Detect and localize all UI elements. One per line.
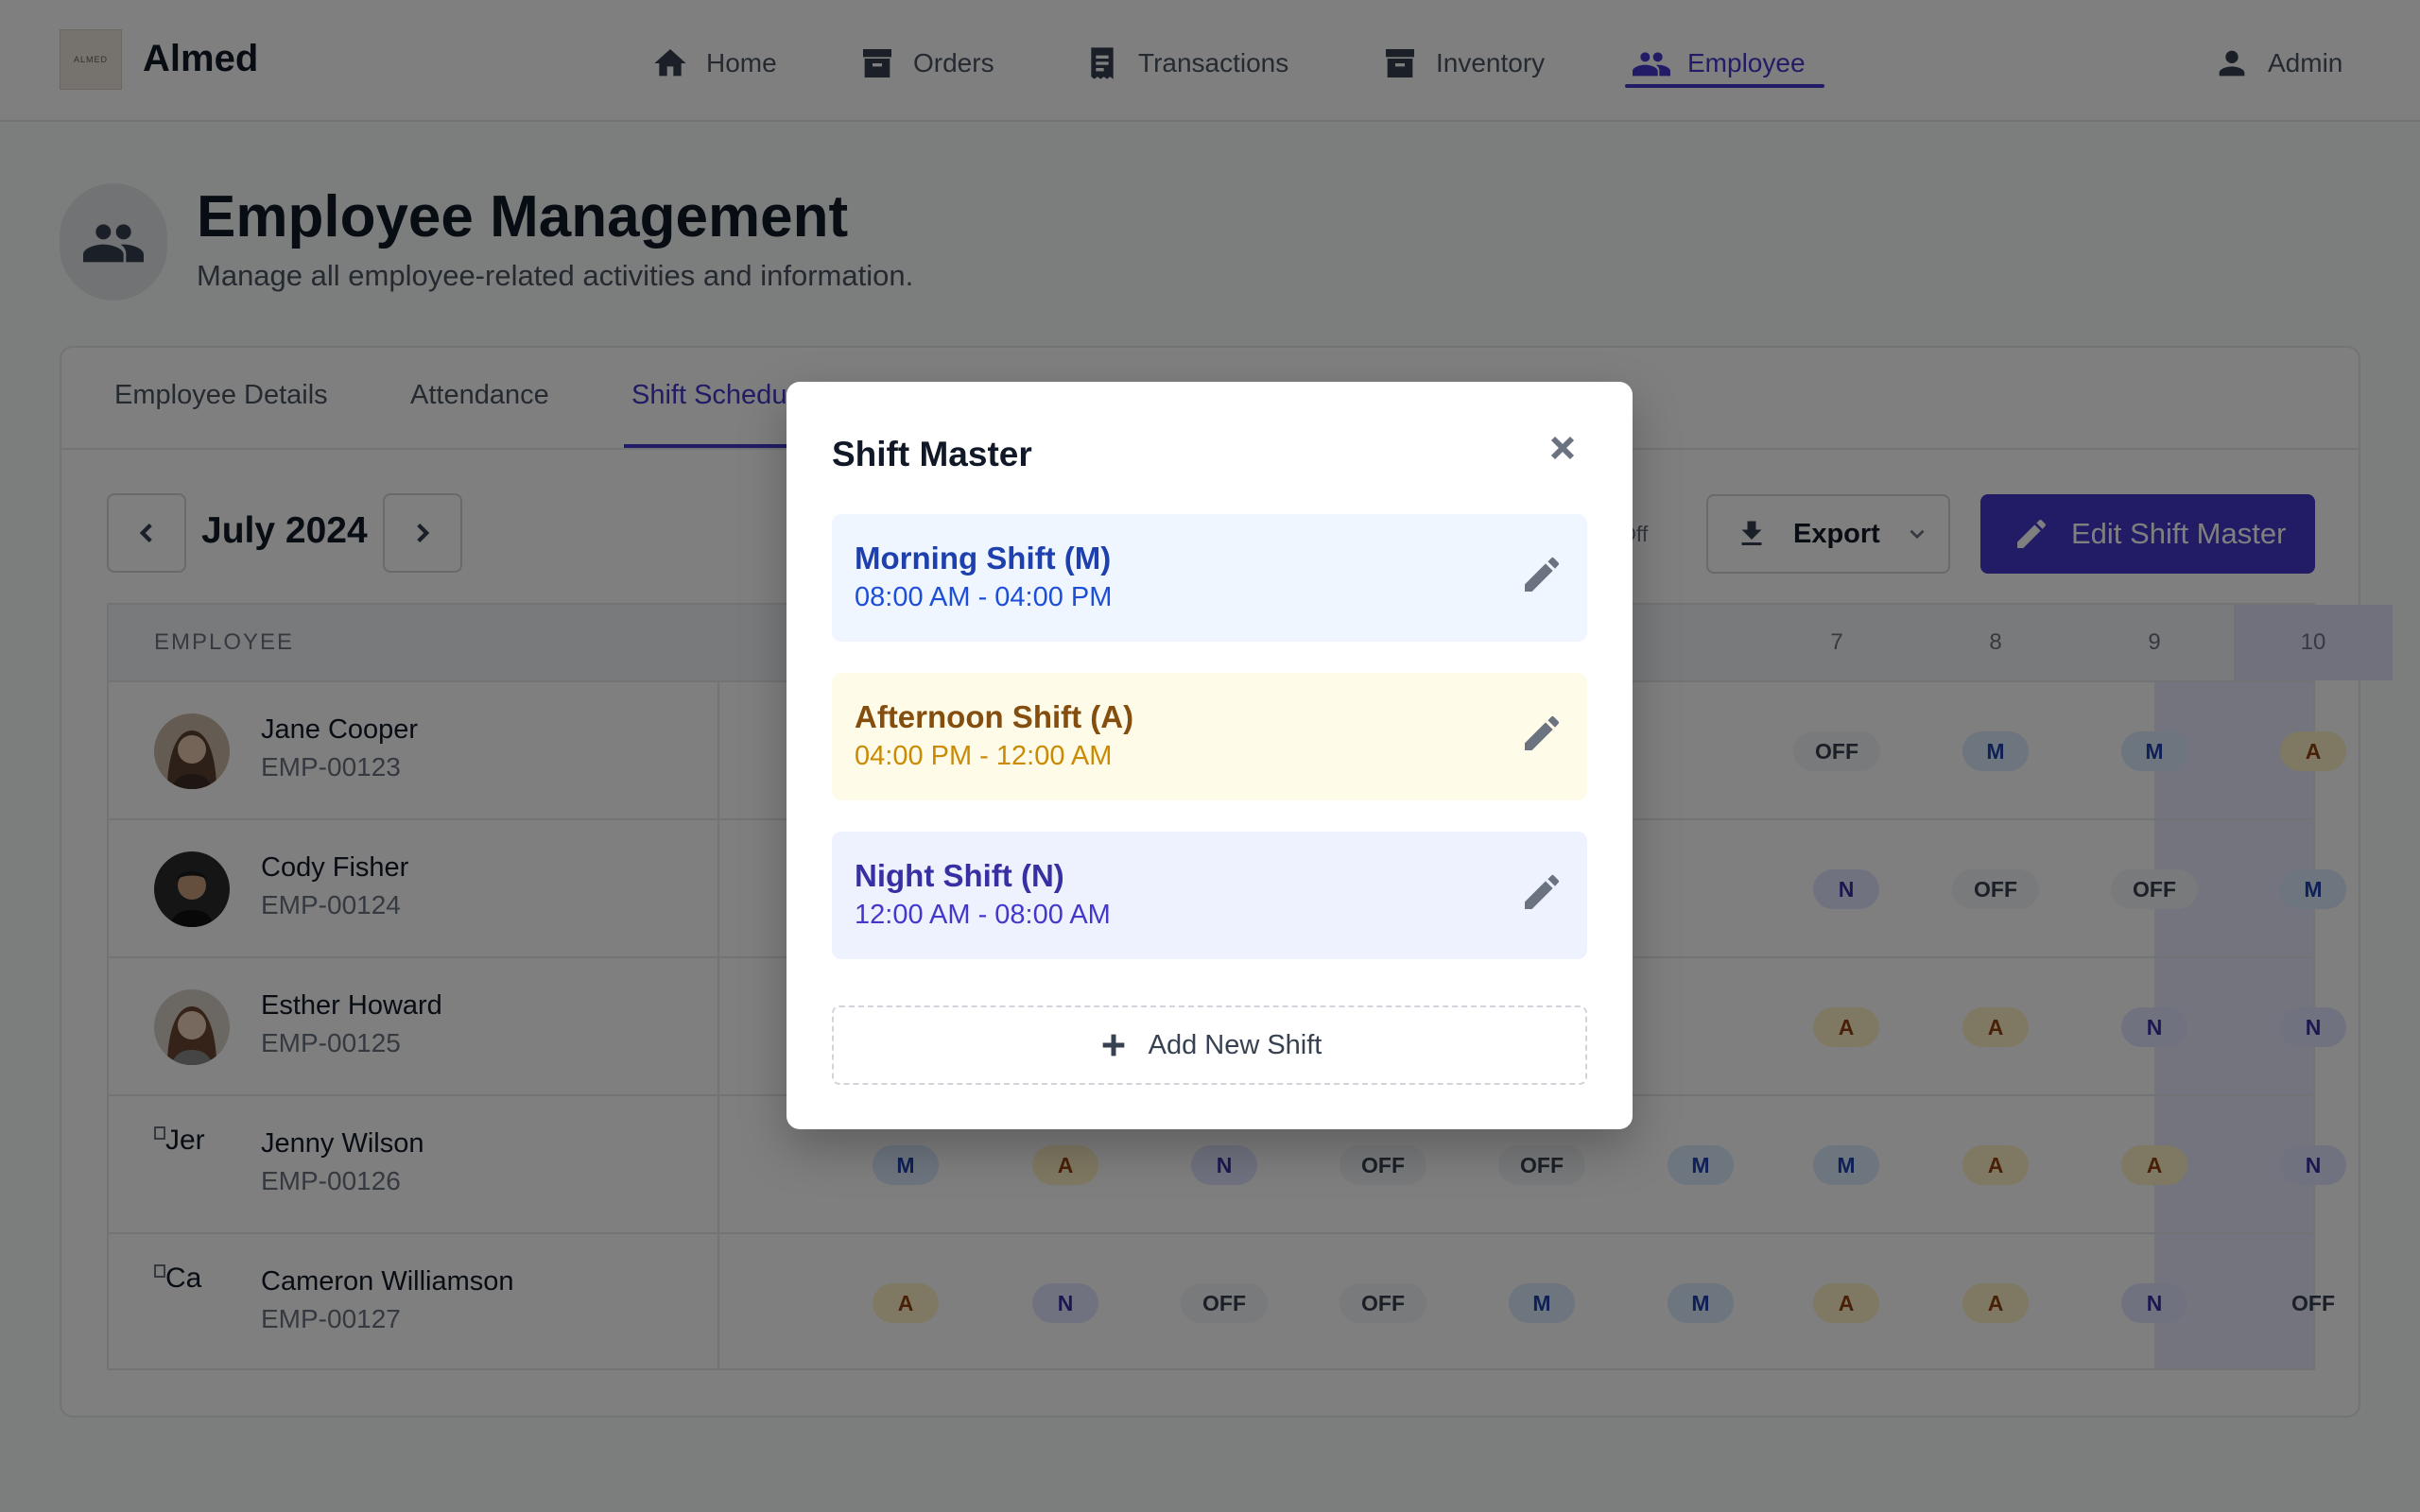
shift-name: Morning Shift (M) (855, 541, 1112, 576)
pencil-icon (1519, 869, 1564, 915)
shift-master-modal: Shift Master Morning Shift (M) 08:00 AM … (786, 382, 1633, 1129)
modal-title: Shift Master (832, 435, 1032, 473)
shift-name: Afternoon Shift (A) (855, 699, 1134, 734)
add-new-shift-label: Add New Shift (1148, 1029, 1322, 1060)
shift-time: 04:00 PM - 12:00 AM (855, 741, 1113, 771)
shift-time: 12:00 AM - 08:00 AM (855, 900, 1111, 930)
shift-item-morning[interactable]: Morning Shift (M) 08:00 AM - 04:00 PM (832, 514, 1587, 642)
pencil-icon (1519, 711, 1564, 756)
close-icon (1544, 429, 1582, 467)
add-new-shift-button[interactable]: Add New Shift (832, 1005, 1587, 1085)
edit-shift-button[interactable] (1519, 711, 1564, 756)
pencil-icon (1519, 552, 1564, 597)
shift-name: Night Shift (N) (855, 858, 1064, 893)
edit-shift-button[interactable] (1519, 869, 1564, 915)
shift-item-night[interactable]: Night Shift (N) 12:00 AM - 08:00 AM (832, 832, 1587, 959)
edit-shift-button[interactable] (1519, 552, 1564, 597)
shift-item-afternoon[interactable]: Afternoon Shift (A) 04:00 PM - 12:00 AM (832, 673, 1587, 800)
close-button[interactable] (1544, 429, 1582, 467)
plus-icon (1098, 1029, 1130, 1061)
shift-time: 08:00 AM - 04:00 PM (855, 582, 1113, 612)
